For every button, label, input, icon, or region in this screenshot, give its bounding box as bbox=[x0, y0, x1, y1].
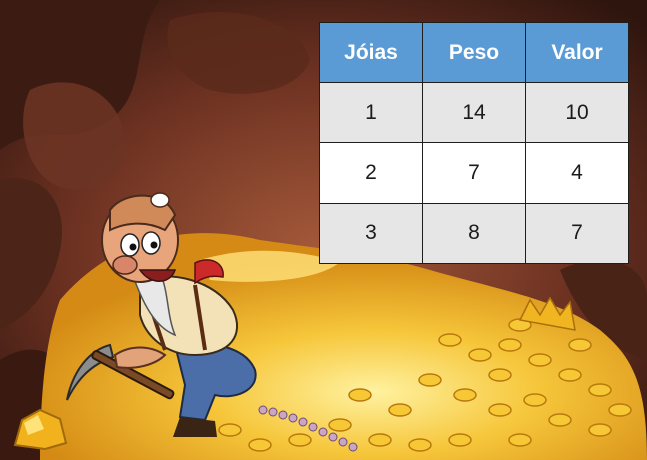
cell-peso: 8 bbox=[422, 202, 526, 265]
header-joias: Jóias bbox=[319, 22, 423, 83]
cell-peso: 14 bbox=[422, 81, 526, 144]
header-peso: Peso bbox=[422, 22, 526, 83]
gem-necklace-icon bbox=[255, 400, 365, 455]
cell-valor: 7 bbox=[525, 202, 629, 265]
header-valor: Valor bbox=[525, 22, 629, 83]
cell-joia: 2 bbox=[319, 142, 423, 204]
cell-valor: 4 bbox=[525, 142, 629, 204]
cell-joia: 1 bbox=[319, 81, 423, 144]
cell-joia: 3 bbox=[319, 202, 423, 265]
table-header-row: Jóias Peso Valor bbox=[319, 22, 629, 83]
cell-peso: 7 bbox=[422, 142, 526, 204]
miner-character bbox=[55, 185, 270, 440]
table-row: 1 14 10 bbox=[319, 81, 629, 144]
jewels-table: Jóias Peso Valor 1 14 10 2 7 4 3 8 7 bbox=[319, 22, 629, 265]
cell-valor: 10 bbox=[525, 81, 629, 144]
table-row: 2 7 4 bbox=[319, 142, 629, 204]
table-row: 3 8 7 bbox=[319, 202, 629, 265]
